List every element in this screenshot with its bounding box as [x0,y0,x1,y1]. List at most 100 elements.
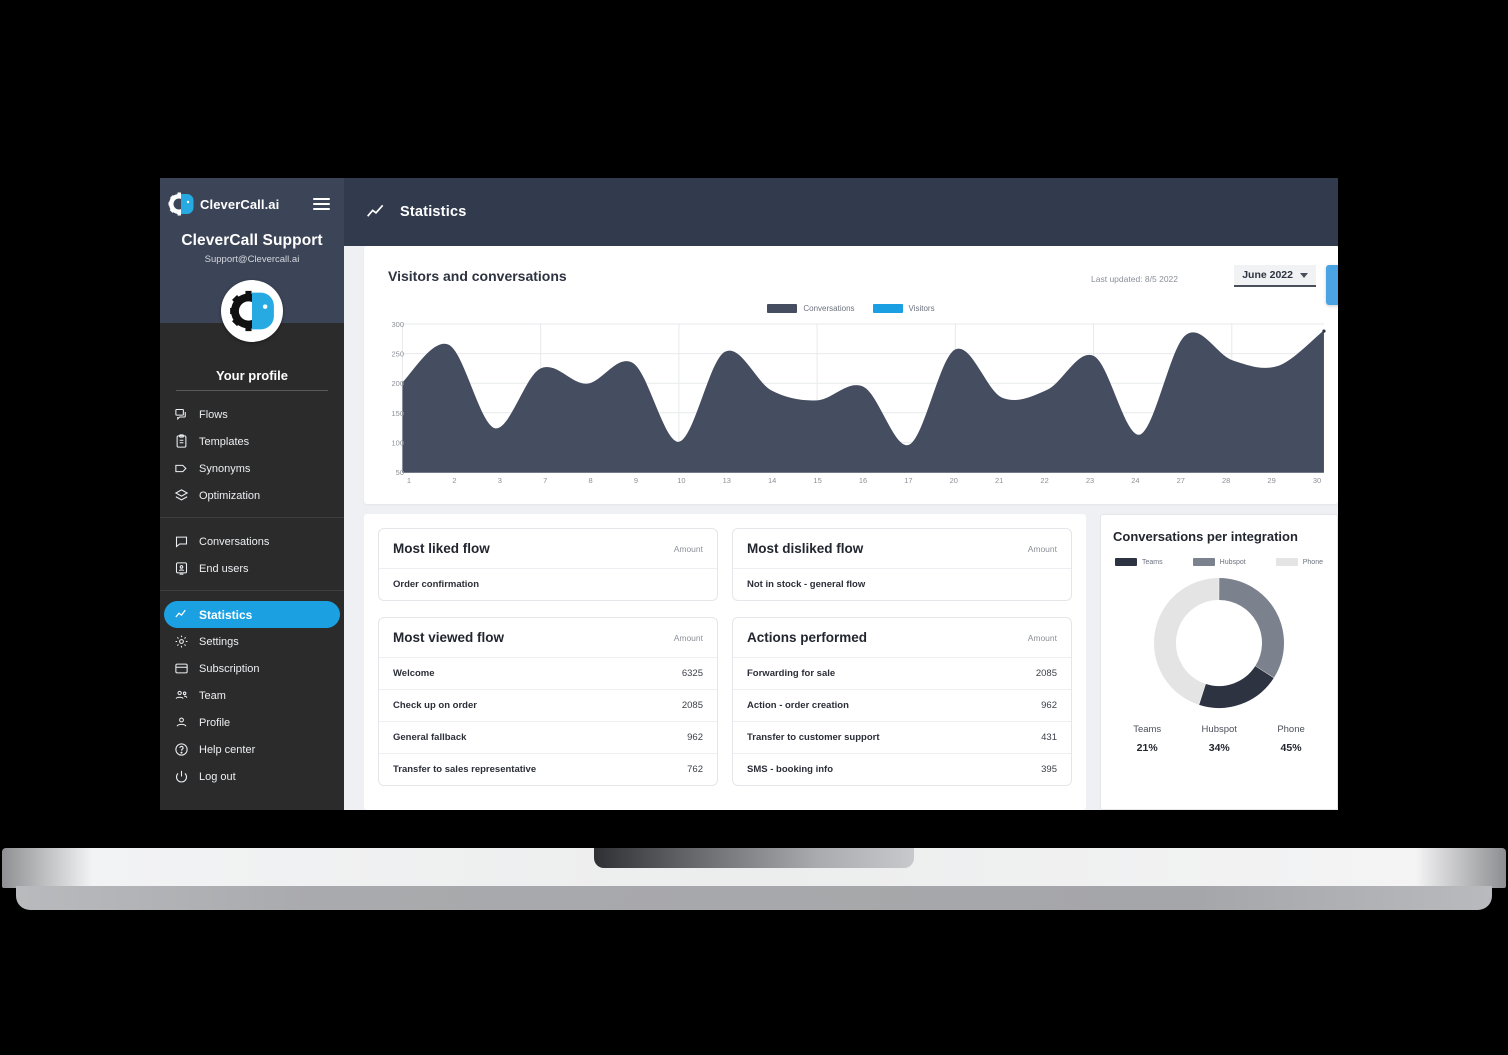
content-scroll: Visitors and conversations Last updated:… [344,246,1338,810]
sidebar-item-log-out[interactable]: Log out [160,763,344,790]
templates-icon [172,433,190,451]
screenshot-stage: CleverCall.ai CleverCall Support Support… [0,0,1508,1055]
top-bar: Statistics [344,178,1338,246]
sidebar-item-settings[interactable]: Settings [160,628,344,655]
sidebar-item-label: Profile [199,716,231,729]
chevron-down-icon [1300,272,1308,278]
laptop-base-bottom [16,886,1492,910]
row-value: 2085 [681,700,703,711]
gear-icon [172,633,190,651]
table-row[interactable]: Transfer to sales representative 762 [379,754,717,785]
table-row[interactable]: Order confirmation [379,569,717,600]
layers-icon [172,487,190,505]
row-value: 762 [687,764,703,775]
chat-icon [172,533,190,551]
stat-label: Phone [1277,724,1305,735]
sidebar-item-conversations[interactable]: Conversations [160,528,344,555]
account-email: Support@Clevercall.ai [204,254,300,265]
panel-title: Visitors and conversations [388,268,567,284]
svg-text:1: 1 [407,476,411,485]
legend-item-conversations[interactable]: Conversations [767,304,855,313]
table-row[interactable]: Not in stock - general flow [733,569,1071,600]
sidebar-item-subscription[interactable]: Subscription [160,655,344,682]
area-chart[interactable]: 50 100 150 200 250 300 1 2 3 7 8 9 10 13 14 15 16 17 20 21 2… [374,318,1328,488]
table-row[interactable]: Forwarding for sale 2085 [733,658,1071,690]
svg-text:15: 15 [813,476,821,485]
sidebar-item-optimization[interactable]: Optimization [160,482,344,509]
svg-text:22: 22 [1040,476,1048,485]
card-amount-header: Amount [1027,543,1057,554]
row-value: 962 [1041,700,1057,711]
actions-performed-card: Actions performed Amount Forwarding for … [732,617,1072,786]
your-profile-label: Your profile [216,368,288,383]
sidebar-item-help-center[interactable]: Help center [160,736,344,763]
svg-text:14: 14 [768,476,776,485]
card-title: Actions performed [747,630,868,645]
svg-text:250: 250 [391,350,404,359]
svg-text:100: 100 [391,438,404,447]
chart-legend: Conversations Visitors [364,304,1338,313]
chart-line-icon [172,606,190,624]
donut-stat-phone: Phone 45% [1277,724,1304,754]
svg-text:50: 50 [396,468,404,477]
sidebar-item-synonyms[interactable]: Synonyms [160,455,344,482]
svg-text:16: 16 [859,476,867,485]
legend-item-teams[interactable]: Teams [1115,558,1163,566]
visitors-conversations-panel: Visitors and conversations Last updated:… [364,246,1338,504]
sidebar-item-label: End users [199,562,249,575]
sidebar-item-profile[interactable]: Profile [160,709,344,736]
donut-legend: Teams Hubspot Phone [1113,558,1325,566]
sidebar-brand-label: CleverCall.ai [200,196,280,212]
donut-chart[interactable] [1113,574,1325,712]
row-name: SMS - booking info [747,764,834,775]
card-amount-header: Amount [1027,632,1057,643]
row-name: General fallback [393,732,467,743]
panel-action-button[interactable] [1326,265,1338,305]
clevercall-logo-icon [168,192,194,216]
table-row[interactable]: Action - order creation 962 [733,690,1071,722]
sidebar-item-label: Subscription [199,662,260,675]
table-row[interactable]: General fallback 962 [379,722,717,754]
card-amount-header: Amount [673,543,703,554]
svg-text:30: 30 [1313,476,1321,485]
svg-text:150: 150 [391,409,404,418]
legend-swatch-visitors [872,304,903,313]
svg-text:300: 300 [391,320,404,329]
legend-item-hubspot[interactable]: Hubspot [1192,558,1246,566]
period-select[interactable]: June 2022 [1234,265,1316,287]
legend-item-phone[interactable]: Phone [1275,558,1323,566]
card-amount-header: Amount [673,632,703,643]
most-disliked-flow-card: Most disliked flow Amount Not in stock -… [732,528,1072,601]
card-header: Most viewed flow Amount [379,618,717,658]
table-row[interactable]: SMS - booking info 395 [733,754,1071,785]
row-value: 395 [1041,764,1057,775]
sidebar-item-templates[interactable]: Templates [160,428,344,455]
card-title: Most viewed flow [393,630,505,645]
right-column: Most disliked flow Amount Not in stock -… [732,528,1072,796]
sidebar-item-label: Log out [199,770,236,783]
table-row[interactable]: Welcome 6325 [379,658,717,690]
row-name: Transfer to sales representative [393,764,537,775]
svg-text:24: 24 [1131,476,1139,485]
svg-text:10: 10 [677,476,685,485]
svg-text:3: 3 [498,476,502,485]
avatar[interactable] [221,280,283,342]
laptop-base-notch [594,848,914,868]
row-name: Forwarding for sale [747,668,836,679]
legend-swatch-conversations [767,304,798,313]
sidebar-item-end-users[interactable]: End users [160,555,344,582]
sidebar-item-label: Help center [199,743,256,756]
person-icon [172,714,190,732]
legend-item-visitors[interactable]: Visitors [872,304,935,313]
row-name: Order confirmation [393,579,480,590]
table-row[interactable]: Transfer to customer support 431 [733,722,1071,754]
hamburger-menu-icon[interactable] [313,198,330,210]
svg-text:200: 200 [391,379,404,388]
sidebar-item-flows[interactable]: Flows [160,401,344,428]
laptop-base [2,848,1506,910]
table-row[interactable]: Check up on order 2085 [379,690,717,722]
sidebar-item-team[interactable]: Team [160,682,344,709]
account-name: CleverCall Support [181,232,323,249]
stat-value: 21% [1136,742,1158,754]
sidebar-item-statistics[interactable]: Statistics [164,601,340,628]
